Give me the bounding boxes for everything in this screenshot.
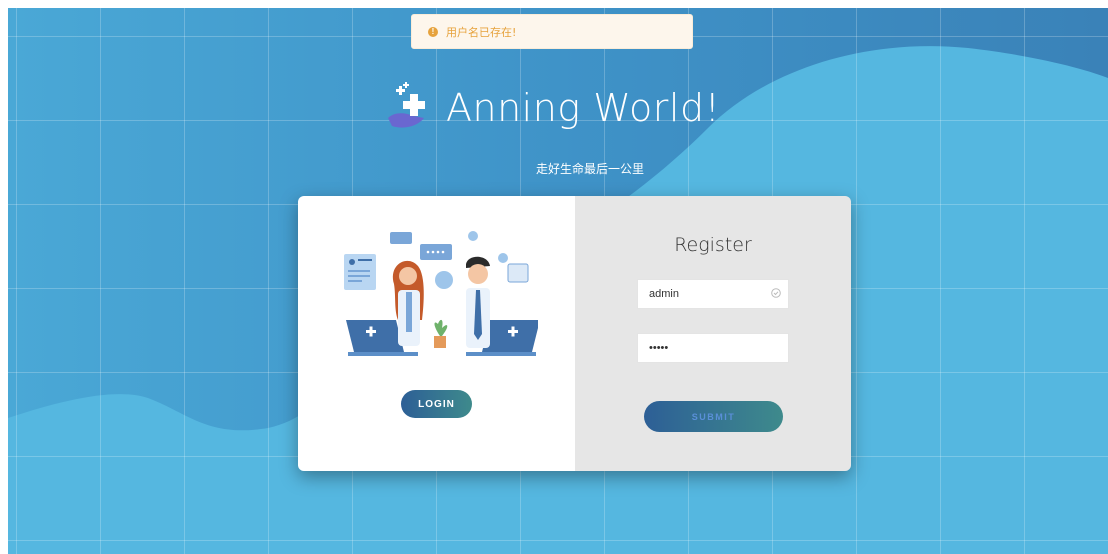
warning-message: ! 用户名已存在! [411,14,693,49]
warning-icon: ! [428,26,438,37]
app-title: Anning World! [446,86,721,130]
password-input[interactable] [638,334,769,362]
medical-cross-hand-icon [388,82,425,128]
submit-button[interactable]: SUBMIT [644,401,783,432]
username-field[interactable] [637,279,789,309]
password-field[interactable] [637,333,789,363]
login-button[interactable]: LOGIN [401,390,472,418]
warning-text: 用户名已存在! [446,25,517,39]
check-circle-icon [771,288,781,298]
register-panel: Register SUBMIT [575,196,851,471]
app-subtitle: 走好生命最后一公里 [535,162,644,176]
username-input[interactable] [638,280,769,308]
login-panel: LOGIN [298,196,575,471]
doctors-video-call-illustration [344,231,538,356]
register-title: Register [674,234,752,256]
auth-card: LOGIN Register SUBMIT [298,196,851,471]
